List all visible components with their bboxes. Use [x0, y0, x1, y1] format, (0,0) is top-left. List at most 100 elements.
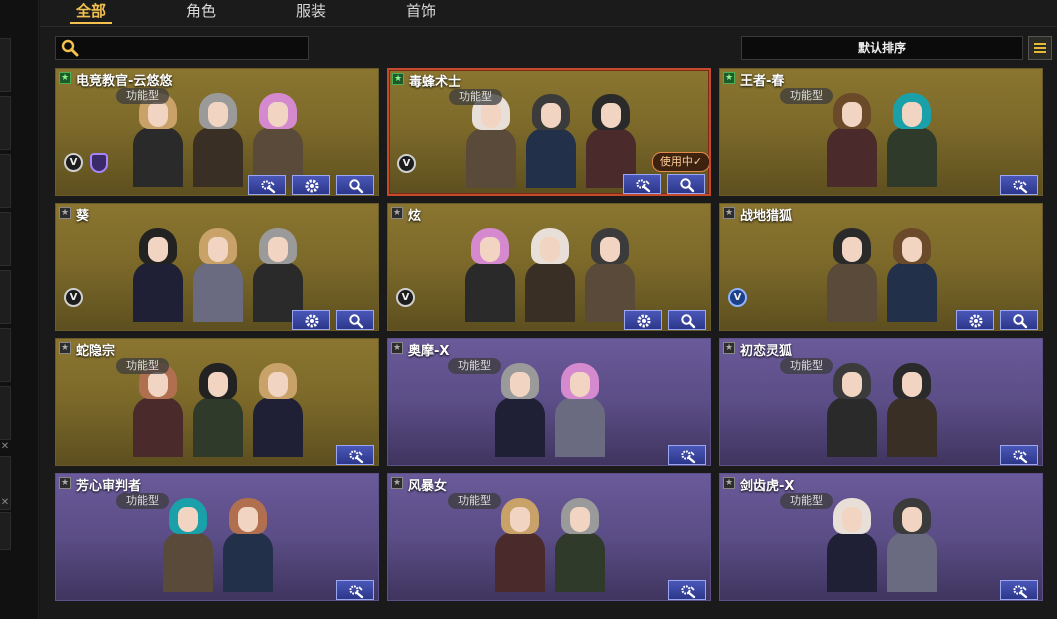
portrait-body: [525, 262, 575, 322]
favorite-star-icon[interactable]: ★: [391, 477, 403, 489]
search-input[interactable]: [84, 39, 303, 57]
tab-all[interactable]: 全部: [69, 0, 113, 24]
character-card[interactable]: ★ 葵 V: [55, 203, 379, 331]
role-type-badge: 功能型: [449, 89, 502, 105]
search-icon: [61, 39, 79, 57]
skill-config-button[interactable]: [1000, 580, 1038, 600]
rail-button[interactable]: [0, 328, 11, 382]
character-card[interactable]: ★ 毒蜂术士 功能型 V 使用中✓: [387, 68, 711, 196]
vip-badge-icon: V: [728, 288, 747, 307]
rail-button[interactable]: [0, 512, 11, 550]
skill-config-button[interactable]: [668, 445, 706, 465]
favorite-star-icon[interactable]: ★: [723, 477, 735, 489]
portrait-body: [555, 397, 605, 457]
favorite-star-icon[interactable]: ★: [391, 207, 403, 219]
portrait-body: [133, 397, 183, 457]
preview-button[interactable]: [336, 175, 374, 195]
portrait-face: [510, 507, 530, 532]
wrench-gear-icon: [1013, 450, 1028, 464]
skill-config-button[interactable]: [668, 580, 706, 600]
sort-dropdown[interactable]: 默认排序: [741, 36, 1023, 60]
preview-button[interactable]: [336, 310, 374, 330]
gear-icon: [637, 314, 651, 328]
shield-badge-icon: [90, 153, 108, 173]
portrait-face: [208, 372, 228, 397]
rail-button[interactable]: [0, 154, 11, 208]
favorite-star-icon[interactable]: ★: [723, 342, 735, 354]
preview-button[interactable]: [668, 310, 706, 330]
favorite-star-icon[interactable]: ★: [59, 477, 71, 489]
search-icon: [349, 179, 364, 194]
skill-config-button[interactable]: [623, 174, 661, 194]
portrait-body: [887, 397, 937, 457]
skill-config-button[interactable]: [336, 580, 374, 600]
preview-button[interactable]: [1000, 310, 1038, 330]
skill-config-button[interactable]: [1000, 445, 1038, 465]
favorite-star-icon[interactable]: ★: [59, 207, 71, 219]
favorite-star-icon[interactable]: ★: [723, 72, 735, 84]
skill-config-button[interactable]: [336, 445, 374, 465]
character-card[interactable]: ★ 风暴女 功能型: [387, 473, 711, 601]
portrait-face: [208, 237, 228, 262]
gear-icon: [305, 314, 319, 328]
character-card[interactable]: ★ 蛇隐宗 功能型: [55, 338, 379, 466]
close-icon[interactable]: ✕: [0, 440, 10, 454]
character-card[interactable]: ★ 战地猎狐 V: [719, 203, 1043, 331]
search-box[interactable]: [55, 36, 309, 60]
tab-accessories[interactable]: 首饰: [406, 0, 436, 24]
portrait-face: [601, 103, 621, 128]
portrait-body: [133, 127, 183, 187]
favorite-star-icon[interactable]: ★: [59, 72, 71, 84]
character-card[interactable]: ★ 初恋灵狐 功能型: [719, 338, 1043, 466]
character-card[interactable]: ★ 剑齿虎-X 功能型: [719, 473, 1043, 601]
gear-icon: [969, 314, 983, 328]
card-name: 战地猎狐: [740, 209, 793, 224]
favorite-star-icon[interactable]: ★: [59, 342, 71, 354]
search-icon: [349, 314, 364, 329]
character-card[interactable]: ★ 芳心审判者 功能型: [55, 473, 379, 601]
portrait-face: [842, 507, 862, 532]
character-card[interactable]: ★ 炫 V: [387, 203, 711, 331]
rail-button[interactable]: [0, 212, 11, 266]
character-card[interactable]: ★ 奥摩-X 功能型: [387, 338, 711, 466]
favorite-star-icon[interactable]: ★: [723, 207, 735, 219]
card-name: 王者-春: [740, 74, 785, 89]
menu-icon[interactable]: [1028, 36, 1052, 60]
left-rail: ✕ ✕: [0, 0, 39, 619]
rail-button[interactable]: [0, 96, 11, 150]
favorite-star-icon[interactable]: ★: [392, 73, 404, 85]
portrait-body: [827, 262, 877, 322]
tab-characters[interactable]: 角色: [186, 0, 216, 24]
settings-button[interactable]: [624, 310, 662, 330]
role-type-badge: 功能型: [448, 358, 501, 374]
portrait-body: [827, 397, 877, 457]
preview-button[interactable]: [667, 174, 705, 194]
rail-button[interactable]: [0, 38, 11, 92]
rail-button[interactable]: [0, 386, 11, 440]
portrait-face: [208, 102, 228, 127]
settings-button[interactable]: [292, 310, 330, 330]
settings-button[interactable]: [956, 310, 994, 330]
wrench-gear-icon: [681, 450, 696, 464]
settings-button[interactable]: [292, 175, 330, 195]
role-type-badge: 功能型: [116, 358, 169, 374]
wrench-gear-icon: [349, 450, 364, 464]
portrait-face: [178, 507, 198, 532]
close-icon[interactable]: ✕: [0, 496, 10, 510]
tab-outfits[interactable]: 服装: [296, 0, 326, 24]
portrait-body: [465, 262, 515, 322]
character-card[interactable]: ★ 王者-春 功能型: [719, 68, 1043, 196]
card-name: 初恋灵狐: [740, 344, 793, 359]
portrait-body: [163, 532, 213, 592]
character-card[interactable]: ★ 电竞教官-云悠悠 功能型 V: [55, 68, 379, 196]
skill-config-button[interactable]: [248, 175, 286, 195]
card-name: 葵: [76, 209, 90, 224]
rail-button[interactable]: [0, 270, 11, 324]
wrench-gear-icon: [1013, 180, 1028, 194]
portrait-body: [555, 532, 605, 592]
portrait-face: [842, 237, 862, 262]
favorite-star-icon[interactable]: ★: [391, 342, 403, 354]
skill-config-button[interactable]: [1000, 175, 1038, 195]
portrait-body: [193, 397, 243, 457]
portrait-body: [526, 128, 576, 188]
